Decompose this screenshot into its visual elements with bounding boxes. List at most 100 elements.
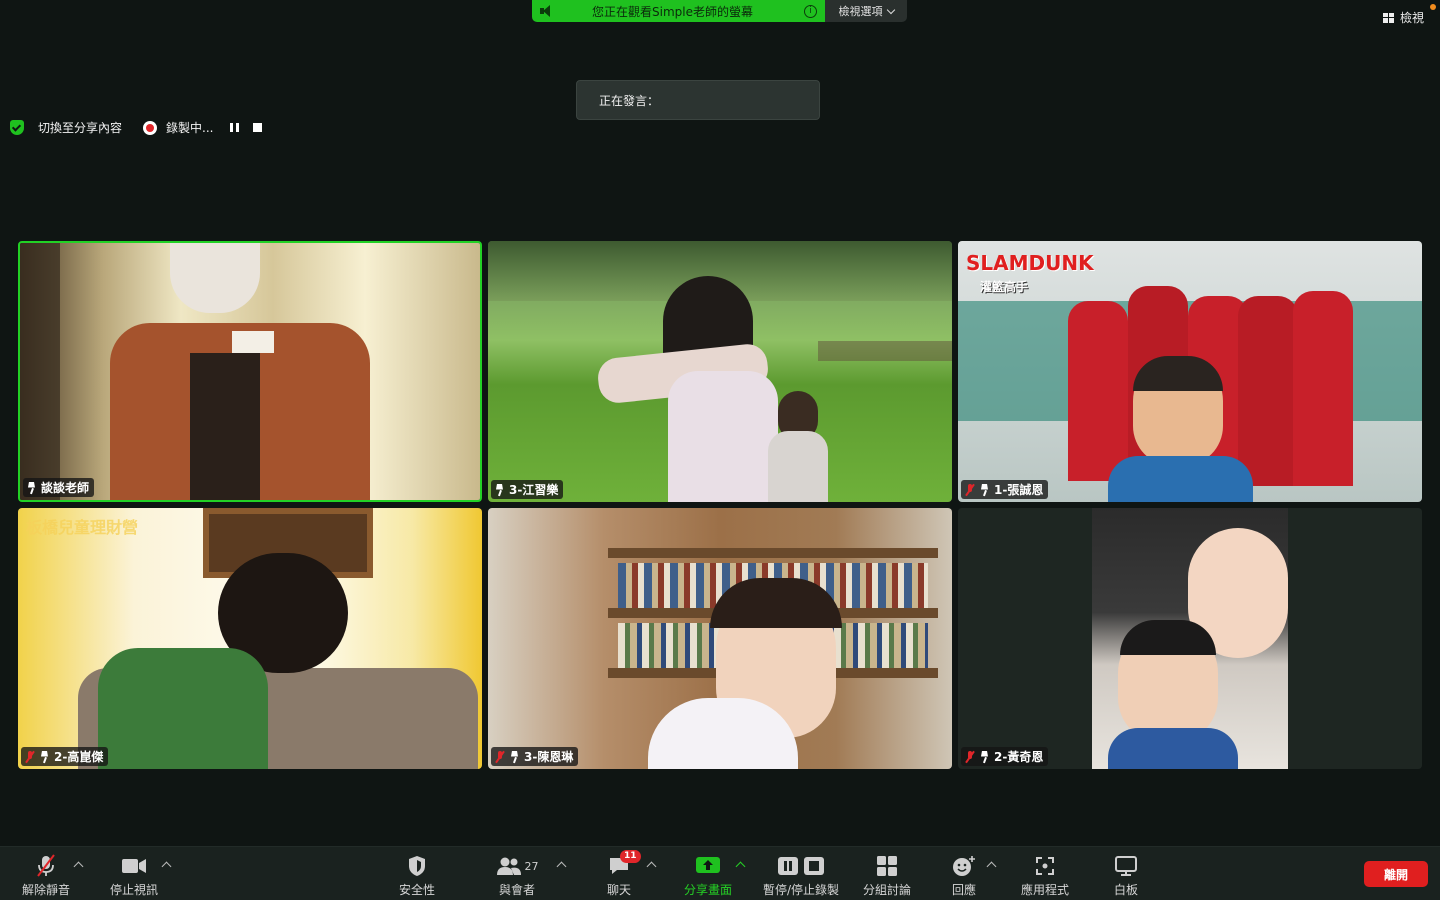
apps-icon: [1035, 854, 1055, 878]
participant-name: 3-江習樂: [509, 483, 559, 497]
chat-bubble-icon: 11: [608, 850, 641, 878]
chat-options-caret[interactable]: [646, 861, 657, 872]
info-icon[interactable]: i: [804, 4, 817, 18]
view-options-label: 檢視選項: [838, 5, 883, 18]
encryption-shield-icon[interactable]: [10, 120, 24, 135]
active-speaker-box: 正在發言：: [576, 80, 820, 120]
grid-view-icon: [1382, 12, 1394, 23]
pin-icon: [980, 484, 989, 496]
participants-count: 27: [524, 859, 539, 873]
video-feed: 板橋兒童理財營: [18, 508, 482, 769]
video-tile[interactable]: SLAMDUNK 灌籃高手 1-張誠恩: [958, 241, 1422, 502]
share-options-caret[interactable]: [735, 861, 746, 872]
pause-recording-icon[interactable]: [230, 123, 240, 132]
participants-icon: 27: [496, 854, 539, 878]
record-controls-label: 暫停/停止錄製: [762, 883, 840, 897]
participants-label: 與會者: [498, 883, 535, 897]
share-screen-icon: [695, 854, 721, 878]
participant-name: 3-陳恩琳: [524, 750, 574, 764]
leave-meeting-button[interactable]: 離開: [1364, 861, 1428, 887]
participant-nameplate: 談談老師: [23, 478, 95, 497]
whiteboard-icon: [1115, 854, 1137, 878]
pause-stop-record-icon: [777, 854, 825, 878]
video-feed: [20, 243, 480, 500]
screen-share-banner: 您正在觀看Simple老師的螢幕 i 檢視選項: [532, 0, 907, 22]
video-tile[interactable]: 3-陳恩琳: [488, 508, 952, 769]
chat-button[interactable]: 11 聊天: [598, 847, 641, 900]
unmute-button[interactable]: 解除靜音: [18, 847, 74, 900]
participant-nameplate: 1-張誠恩: [961, 480, 1049, 499]
chat-unread-badge: 11: [620, 850, 641, 863]
participants-button[interactable]: 27 與會者: [494, 847, 540, 900]
reactions-label: 回應: [951, 883, 976, 897]
share-screen-label: 分享畫面: [683, 883, 732, 897]
record-controls-button[interactable]: 暫停/停止錄製: [758, 847, 844, 900]
shield-icon: [407, 854, 427, 878]
view-button-label: 檢視: [1399, 11, 1424, 25]
audio-options-caret[interactable]: [73, 861, 84, 872]
participant-nameplate: 2-高崑傑: [21, 747, 109, 766]
whiteboard-button[interactable]: 白板: [1108, 847, 1144, 900]
recording-label: 錄製中...: [166, 121, 214, 135]
meeting-status-row: 切換至分享內容 錄製中...: [10, 119, 263, 136]
meeting-toolbar: 解除靜音 停止視訊 安全性 27 與會者 11 聊天 分享畫面 暫停/停止錄製 …: [0, 846, 1440, 900]
view-button[interactable]: 檢視: [1382, 9, 1424, 26]
zoom-meeting-window: 您正在觀看Simple老師的螢幕 i 檢視選項 檢視 正在發言： 切換至分享內容…: [0, 0, 1440, 900]
mic-muted-icon: [495, 750, 505, 763]
speaker-icon: [540, 5, 554, 17]
breakout-rooms-button[interactable]: 分組討論: [860, 847, 914, 900]
active-speaker-label: 正在發言：: [599, 93, 660, 108]
video-tile[interactable]: 3-江習樂: [488, 241, 952, 502]
notification-dot: [1430, 4, 1436, 10]
participant-name: 2-高崑傑: [54, 750, 104, 764]
participant-nameplate: 2-黃奇恩: [961, 747, 1049, 766]
stop-recording-icon[interactable]: [253, 123, 263, 132]
mic-muted-icon: [965, 750, 975, 763]
video-feed: SLAMDUNK 灌籃高手: [958, 241, 1422, 502]
reactions-options-caret[interactable]: [986, 861, 997, 872]
mic-off-icon: [35, 854, 57, 878]
share-status-text: 您正在觀看Simple老師的螢幕: [592, 4, 753, 19]
mic-muted-icon: [965, 483, 975, 496]
pin-icon: [510, 751, 519, 763]
video-tile[interactable]: 板橋兒童理財營 2-高崑傑: [18, 508, 482, 769]
chat-label: 聊天: [606, 883, 631, 897]
video-camera-icon: [121, 854, 147, 878]
whiteboard-label: 白板: [1113, 883, 1138, 897]
video-tile[interactable]: 2-黃奇恩: [958, 508, 1422, 769]
switch-to-share-button[interactable]: 切換至分享內容: [38, 119, 122, 136]
participants-options-caret[interactable]: [556, 861, 567, 872]
reactions-button[interactable]: 回應: [946, 847, 982, 900]
apps-label: 應用程式: [1020, 883, 1069, 897]
video-options-caret[interactable]: [161, 861, 172, 872]
participant-nameplate: 3-陳恩琳: [491, 747, 579, 766]
apps-button[interactable]: 應用程式: [1016, 847, 1074, 900]
slamdunk-logo: SLAMDUNK: [966, 251, 1094, 275]
mic-muted-icon: [25, 750, 35, 763]
breakout-rooms-label: 分組討論: [862, 883, 911, 897]
video-feed: [488, 508, 952, 769]
pin-icon: [27, 482, 36, 494]
share-screen-button[interactable]: 分享畫面: [680, 847, 736, 900]
pin-icon: [495, 484, 504, 496]
participant-name: 1-張誠恩: [994, 483, 1044, 497]
stop-video-button[interactable]: 停止視訊: [106, 847, 162, 900]
smiley-icon: [952, 854, 976, 878]
view-options-button[interactable]: 檢視選項: [825, 0, 907, 22]
breakout-rooms-icon: [876, 854, 898, 878]
share-status: 您正在觀看Simple老師的螢幕 i: [532, 0, 825, 22]
participant-name: 談談老師: [41, 481, 90, 495]
video-tile[interactable]: 談談老師: [18, 241, 482, 502]
banner-text: 板橋兒童理財營: [26, 518, 139, 537]
video-feed: [488, 241, 952, 502]
stop-video-label: 停止視訊: [109, 883, 158, 897]
chevron-down-icon: [886, 5, 895, 14]
participant-name: 2-黃奇恩: [994, 750, 1044, 764]
participant-nameplate: 3-江習樂: [491, 480, 564, 499]
security-label: 安全性: [398, 883, 435, 897]
unmute-label: 解除靜音: [21, 883, 70, 897]
security-button[interactable]: 安全性: [394, 847, 440, 900]
pin-icon: [980, 751, 989, 763]
recording-icon: [143, 120, 158, 135]
video-feed: [958, 508, 1422, 769]
